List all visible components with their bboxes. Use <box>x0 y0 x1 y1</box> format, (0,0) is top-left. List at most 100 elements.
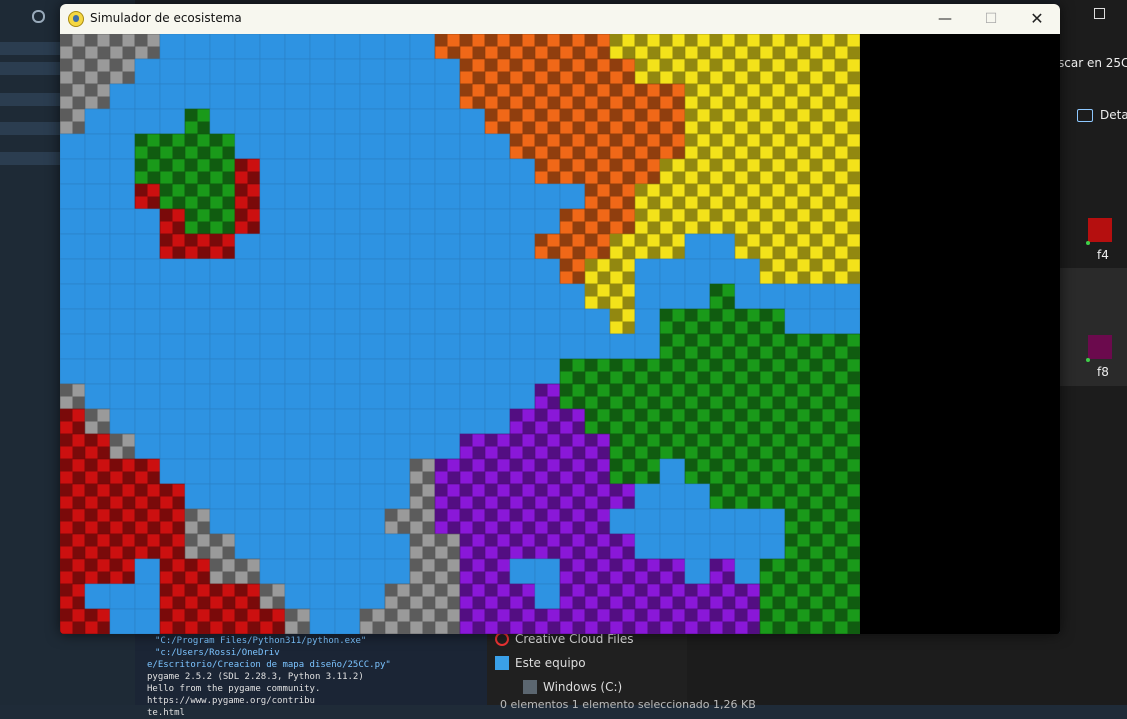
map-cell-texture <box>510 509 523 522</box>
map-cell-texture <box>685 434 698 447</box>
map-cell-texture <box>822 546 835 559</box>
map-cell-texture <box>110 434 123 447</box>
map-cell-texture <box>60 509 73 522</box>
maximize-icon[interactable] <box>1094 8 1105 19</box>
map-cell-texture <box>85 34 98 47</box>
map-cell-water <box>284 558 311 585</box>
map-cell-water <box>60 208 86 235</box>
map-cell-texture <box>535 434 548 447</box>
map-cell-texture <box>772 621 785 634</box>
map-cell-texture <box>772 421 785 434</box>
map-cell-texture <box>747 321 760 334</box>
map-cell-texture <box>560 559 573 572</box>
map-cell-water <box>634 483 661 510</box>
map-cell-water <box>459 233 486 260</box>
search-icon[interactable] <box>32 10 45 23</box>
file-label-f4[interactable]: f4 <box>1097 248 1109 262</box>
map-cell-water <box>684 508 711 535</box>
map-cell-texture <box>772 571 785 584</box>
map-cell-water <box>409 433 436 460</box>
file-label-f8[interactable]: f8 <box>1097 365 1109 379</box>
map-cell-water <box>334 133 361 160</box>
map-cell-texture <box>72 396 85 409</box>
map-cell-texture <box>272 621 285 634</box>
map-cell-water <box>684 283 711 310</box>
map-cell-water <box>209 308 236 335</box>
details-pane-icon[interactable] <box>1077 109 1093 122</box>
details-button-label[interactable]: Deta <box>1100 108 1127 122</box>
map-cell-texture <box>485 584 498 597</box>
map-cell-texture <box>610 534 623 547</box>
map-cell-water <box>409 358 436 385</box>
map-cell-water <box>234 458 261 485</box>
map-cell-texture <box>535 384 548 397</box>
map-cell-water <box>259 34 286 60</box>
map-cell-texture <box>847 396 860 409</box>
map-cell-water <box>284 208 311 235</box>
map-cell-texture <box>522 46 535 59</box>
map-cell-texture <box>460 34 473 47</box>
map-cell-water <box>659 483 686 510</box>
map-cell-texture <box>735 234 748 247</box>
maximize-button[interactable]: ☐ <box>968 4 1014 34</box>
file-thumbnail-f4[interactable] <box>1088 218 1112 242</box>
map-cell-texture <box>472 71 485 84</box>
map-cell-water <box>634 333 661 360</box>
minimize-button[interactable]: — <box>922 4 968 34</box>
map-cell-texture <box>835 434 848 447</box>
map-cell-water <box>534 183 561 210</box>
pygame-window[interactable]: Simulador de ecosistema — ☐ ✕ <box>60 4 1060 634</box>
map-cell-texture <box>435 609 448 622</box>
map-cell-texture <box>410 509 423 522</box>
map-cell-water <box>309 283 336 310</box>
map-cell-texture <box>210 184 223 197</box>
map-cell-texture <box>522 96 535 109</box>
map-cell-texture <box>722 346 735 359</box>
ecosystem-map-canvas[interactable] <box>60 34 860 634</box>
map-cell-texture <box>722 146 735 159</box>
map-cell-texture <box>685 109 698 122</box>
terminal-line: e/Escritorio/Creacion de mapa diseño/25C… <box>147 660 391 670</box>
map-cell-texture <box>835 584 848 597</box>
map-cell-water <box>234 533 261 560</box>
map-cell-texture <box>835 109 848 122</box>
map-cell-water <box>159 83 186 110</box>
nav-item-windows-c[interactable]: Windows (C:) <box>523 678 622 696</box>
map-cell-texture <box>610 359 623 372</box>
map-cell-texture <box>197 621 210 634</box>
map-cell-water <box>109 408 136 435</box>
nav-item-this-pc[interactable]: Este equipo <box>495 654 586 672</box>
map-cell-texture <box>747 371 760 384</box>
map-cell-water <box>109 258 136 285</box>
map-cell-texture <box>85 509 98 522</box>
map-cell-texture <box>672 621 685 634</box>
map-cell-texture <box>560 209 573 222</box>
map-cell-texture <box>172 621 185 634</box>
map-cell-water <box>60 333 86 360</box>
file-thumbnail-f8[interactable] <box>1088 335 1112 359</box>
map-cell-texture <box>822 471 835 484</box>
close-button[interactable]: ✕ <box>1014 4 1060 34</box>
map-cell-texture <box>85 484 98 497</box>
map-cell-water <box>609 333 636 360</box>
search-box-text[interactable]: scar en 25C <box>1058 56 1127 70</box>
map-cell-texture <box>685 59 698 72</box>
map-cell-water <box>384 83 411 110</box>
map-cell-water <box>259 433 286 460</box>
map-cell-texture <box>547 71 560 84</box>
map-cell-water <box>484 133 511 160</box>
map-cell-water <box>459 283 486 310</box>
map-cell-texture <box>647 571 660 584</box>
map-cell-water <box>284 158 311 185</box>
map-cell-water <box>459 383 486 410</box>
map-cell-texture <box>810 109 823 122</box>
window-titlebar[interactable]: Simulador de ecosistema — ☐ ✕ <box>60 4 1060 34</box>
map-cell-texture <box>822 396 835 409</box>
map-cell-texture <box>560 259 573 272</box>
map-cell-texture <box>610 584 623 597</box>
map-cell-texture <box>847 521 860 534</box>
map-cell-water <box>60 133 86 160</box>
map-cell-texture <box>97 96 110 109</box>
map-cell-water <box>759 283 786 310</box>
map-cell-texture <box>660 384 673 397</box>
